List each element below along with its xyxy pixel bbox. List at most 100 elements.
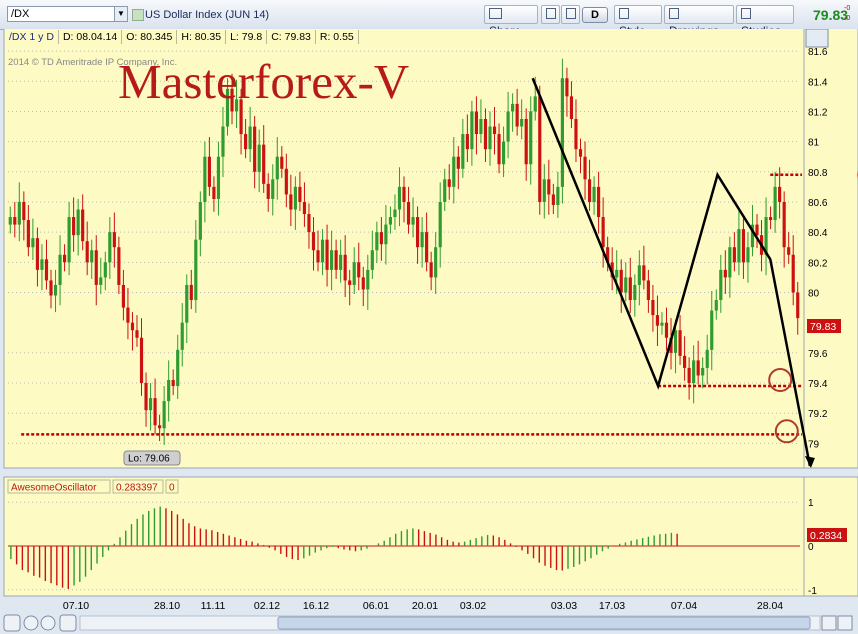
candle-body — [266, 183, 270, 199]
x-tick-label: 28.04 — [757, 600, 783, 612]
tools-button[interactable] — [541, 5, 560, 24]
candle-body — [583, 156, 587, 180]
candle-body — [271, 179, 275, 199]
style-button[interactable]: Style — [614, 5, 662, 38]
candle-body — [723, 269, 727, 278]
candle-body — [162, 401, 166, 429]
candle-body — [325, 239, 329, 270]
candle-body — [348, 280, 352, 285]
candle-body — [320, 239, 325, 263]
studies-icon — [741, 8, 751, 19]
candle-body — [153, 398, 157, 426]
candle-body — [370, 250, 374, 270]
flag-icon — [132, 9, 144, 21]
candle-body — [515, 103, 519, 127]
oscillator-tick-label: -1 — [808, 586, 817, 597]
candle-body — [366, 269, 370, 290]
candle-body — [53, 284, 58, 296]
candle-body — [253, 126, 257, 172]
candle-body — [375, 232, 379, 251]
oscillator-tick-label: 0 — [808, 542, 814, 553]
candle-body — [651, 300, 655, 316]
candle-body — [710, 310, 714, 350]
chart-area[interactable]: 81.6 81.4 81.2 81 80.8 80.6 80.4 80.2 80 79.6 79.4… — [0, 29, 858, 634]
price-tick-label: 79 — [808, 439, 820, 450]
candle-body — [633, 284, 637, 301]
candle-body — [275, 156, 279, 180]
candle-body — [705, 349, 709, 368]
settings-icon[interactable] — [3, 614, 21, 632]
candle-body — [497, 134, 501, 165]
candle-body — [357, 262, 361, 278]
candle-body — [768, 217, 773, 221]
candle-body — [388, 217, 393, 225]
low-label: Lo: 79.06 — [123, 450, 181, 466]
fit-icon[interactable] — [59, 614, 77, 632]
candle-body — [465, 134, 469, 150]
share-button[interactable]: Share — [484, 5, 538, 38]
candle-body — [99, 277, 103, 285]
candle-body — [144, 383, 148, 411]
candle-body — [248, 126, 252, 150]
oscillator-tick-label: 1 — [808, 498, 814, 509]
candle-body — [307, 214, 311, 233]
candle-body — [529, 111, 533, 165]
candle-body — [415, 217, 420, 248]
oscillator-value: 0.283397 — [116, 483, 158, 494]
wrench-button[interactable] — [561, 5, 580, 24]
candle-body — [8, 217, 12, 225]
symbol-dropdown-icon[interactable]: ▼ — [114, 6, 128, 22]
candle-body — [601, 217, 605, 248]
candle-body — [782, 201, 786, 248]
candle-body — [130, 322, 135, 331]
scroll-right-icon[interactable] — [821, 615, 837, 631]
candle-body — [17, 201, 21, 225]
symbol-input[interactable]: /DX — [7, 6, 119, 22]
candle-body — [212, 186, 216, 199]
candle-body — [560, 78, 564, 187]
candle-body — [330, 250, 334, 270]
candle-body — [443, 179, 447, 202]
drawings-button[interactable]: Drawings — [664, 5, 734, 38]
aggregation-d-button[interactable]: D — [582, 7, 608, 23]
candle-body — [511, 103, 515, 112]
change-top: -0 — [844, 5, 851, 12]
candle-body — [379, 232, 383, 245]
last-price: 79.83 — [813, 7, 849, 23]
candle-body — [311, 232, 316, 251]
candle-body — [565, 78, 569, 97]
candle-body — [76, 209, 80, 236]
x-tick-label: 03.03 — [551, 600, 577, 612]
candle-body — [488, 126, 492, 150]
studies-button[interactable]: Studies — [736, 5, 794, 38]
candle-body — [701, 367, 705, 376]
candle-body — [520, 118, 524, 127]
zoom-out-icon[interactable] — [40, 615, 56, 631]
style-icon — [619, 8, 629, 19]
candle-body — [425, 232, 429, 263]
candle-body — [339, 254, 343, 270]
chart-settings-icon[interactable] — [805, 29, 829, 48]
candle-body — [434, 247, 438, 278]
candle-body — [746, 247, 750, 263]
candle-body — [692, 360, 696, 384]
candle-body — [646, 280, 650, 301]
candle-body — [479, 118, 483, 135]
candle-body — [574, 118, 578, 150]
scrollbar-thumb[interactable] — [277, 616, 811, 630]
candle-body — [203, 156, 207, 202]
candle-body — [592, 186, 596, 202]
last-price-tag: 79.83 — [807, 319, 841, 333]
candle-body — [778, 186, 782, 202]
candle-body — [90, 250, 94, 263]
candle-body — [393, 209, 397, 218]
price-tick-label: 79.4 — [808, 379, 828, 390]
candle-body — [687, 367, 691, 384]
price-tick-label: 80 — [808, 288, 820, 299]
zoom-in-icon[interactable] — [23, 615, 39, 631]
candle-body — [302, 201, 307, 215]
candle-body — [787, 247, 791, 255]
candle-body — [619, 269, 623, 293]
price-tick-label: 80.2 — [808, 258, 828, 269]
scroll-end-icon[interactable] — [837, 615, 853, 631]
